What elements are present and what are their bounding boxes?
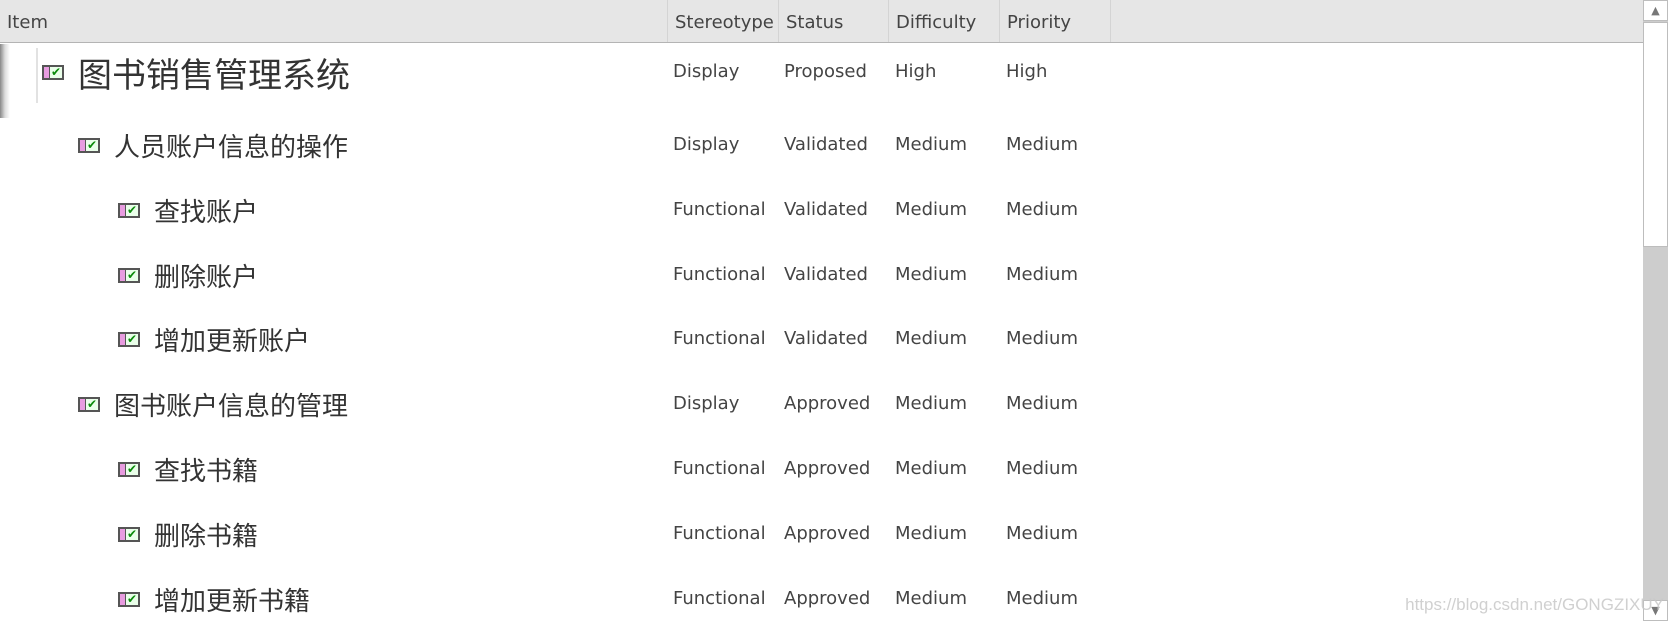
- difficulty-cell: High: [895, 61, 937, 82]
- stereotype-cell: Display: [673, 393, 740, 414]
- status-cell: Validated: [784, 264, 868, 285]
- priority-cell: Medium: [1006, 393, 1078, 414]
- tree-item[interactable]: ✔ 查找账户: [118, 190, 258, 230]
- column-header-priority[interactable]: Priority: [1000, 0, 1111, 42]
- column-header-stereotype[interactable]: Stereotype: [668, 0, 779, 42]
- stereotype-cell: Functional: [673, 588, 766, 609]
- requirement-checked-icon: ✔: [118, 461, 140, 477]
- column-header: Item Stereotype Status Difficulty Priori…: [0, 0, 1643, 43]
- status-cell: Approved: [784, 523, 871, 544]
- column-header-status[interactable]: Status: [779, 0, 889, 42]
- requirement-checked-icon: ✔: [118, 202, 140, 218]
- priority-cell: Medium: [1006, 588, 1078, 609]
- watermark: https://blog.csdn.net/GONGZIXUY: [1405, 595, 1664, 614]
- table-row[interactable]: ✔ 图书账户信息的管理 Display Approved Medium Medi…: [0, 384, 1643, 424]
- status-cell: Proposed: [784, 61, 867, 82]
- status-cell: Validated: [784, 134, 868, 155]
- table-row[interactable]: ✔ 增加更新账户 Functional Validated Medium Med…: [0, 319, 1643, 359]
- status-cell: Approved: [784, 588, 871, 609]
- table-row[interactable]: ✔ 查找书籍 Functional Approved Medium Medium: [0, 449, 1643, 489]
- item-name: 图书销售管理系统: [78, 55, 350, 96]
- priority-cell: High: [1006, 61, 1048, 82]
- tree-item[interactable]: ✔ 增加更新书籍: [118, 579, 310, 619]
- stereotype-cell: Display: [673, 61, 740, 82]
- item-name: 删除账户: [154, 262, 259, 293]
- requirement-checked-icon: ✔: [42, 64, 64, 80]
- tree-item[interactable]: ✔ 删除账户: [118, 255, 258, 295]
- requirement-checked-icon: ✔: [118, 591, 140, 607]
- difficulty-cell: Medium: [895, 199, 967, 220]
- stereotype-cell: Display: [673, 134, 740, 155]
- difficulty-cell: Medium: [895, 134, 967, 155]
- priority-cell: Medium: [1006, 134, 1078, 155]
- table-row[interactable]: ✔ 图书销售管理系统 Display Proposed High High: [0, 52, 1643, 96]
- priority-cell: Medium: [1006, 264, 1078, 285]
- priority-cell: Medium: [1006, 523, 1078, 544]
- stereotype-cell: Functional: [673, 458, 766, 479]
- difficulty-cell: Medium: [895, 523, 967, 544]
- requirement-checked-icon: ✔: [78, 396, 100, 412]
- item-name: 删除书籍: [154, 521, 259, 552]
- status-cell: Validated: [784, 199, 868, 220]
- difficulty-cell: Medium: [895, 588, 967, 609]
- stereotype-cell: Functional: [673, 328, 766, 349]
- tree-item[interactable]: ✔ 增加更新账户: [118, 319, 310, 359]
- column-header-item[interactable]: Item: [0, 0, 668, 42]
- requirement-checked-icon: ✔: [118, 331, 140, 347]
- item-name: 查找账户: [154, 197, 259, 228]
- item-name: 人员账户信息的操作: [114, 132, 349, 163]
- item-name: 查找书籍: [154, 456, 259, 487]
- status-cell: Validated: [784, 328, 868, 349]
- table-row[interactable]: ✔ 删除书籍 Functional Approved Medium Medium: [0, 514, 1643, 554]
- tree-item[interactable]: ✔ 删除书籍: [118, 514, 258, 554]
- vertical-scrollbar[interactable]: ▲ ▼: [1643, 0, 1668, 621]
- priority-cell: Medium: [1006, 458, 1078, 479]
- requirement-checked-icon: ✔: [118, 526, 140, 542]
- priority-cell: Medium: [1006, 199, 1078, 220]
- item-name: 增加更新账户: [154, 326, 311, 357]
- status-cell: Approved: [784, 393, 871, 414]
- status-cell: Approved: [784, 458, 871, 479]
- difficulty-cell: Medium: [895, 393, 967, 414]
- table-row[interactable]: ✔ 人员账户信息的操作 Display Validated Medium Med…: [0, 125, 1643, 165]
- stereotype-cell: Functional: [673, 523, 766, 544]
- table-row[interactable]: ✔ 删除账户 Functional Validated Medium Mediu…: [0, 255, 1643, 295]
- table-row[interactable]: ✔ 查找账户 Functional Validated Medium Mediu…: [0, 190, 1643, 230]
- table-row[interactable]: ✔ 增加更新书籍 Functional Approved Medium Medi…: [0, 579, 1643, 619]
- difficulty-cell: Medium: [895, 328, 967, 349]
- item-name: 图书账户信息的管理: [114, 391, 349, 422]
- requirement-checked-icon: ✔: [78, 137, 100, 153]
- arrow-up-icon[interactable]: ▲: [1643, 0, 1668, 21]
- column-header-difficulty[interactable]: Difficulty: [889, 0, 1000, 42]
- tree-item[interactable]: ✔ 查找书籍: [118, 449, 258, 489]
- item-name: 增加更新书籍: [154, 586, 311, 617]
- difficulty-cell: Medium: [895, 264, 967, 285]
- difficulty-cell: Medium: [895, 458, 967, 479]
- stereotype-cell: Functional: [673, 264, 766, 285]
- tree-item[interactable]: ✔ 图书销售管理系统: [42, 52, 350, 96]
- requirement-checked-icon: ✔: [118, 267, 140, 283]
- tree-item[interactable]: ✔ 图书账户信息的管理: [78, 384, 348, 424]
- priority-cell: Medium: [1006, 328, 1078, 349]
- tree-item[interactable]: ✔ 人员账户信息的操作: [78, 125, 348, 165]
- stereotype-cell: Functional: [673, 199, 766, 220]
- scrollbar-thumb[interactable]: [1643, 22, 1668, 247]
